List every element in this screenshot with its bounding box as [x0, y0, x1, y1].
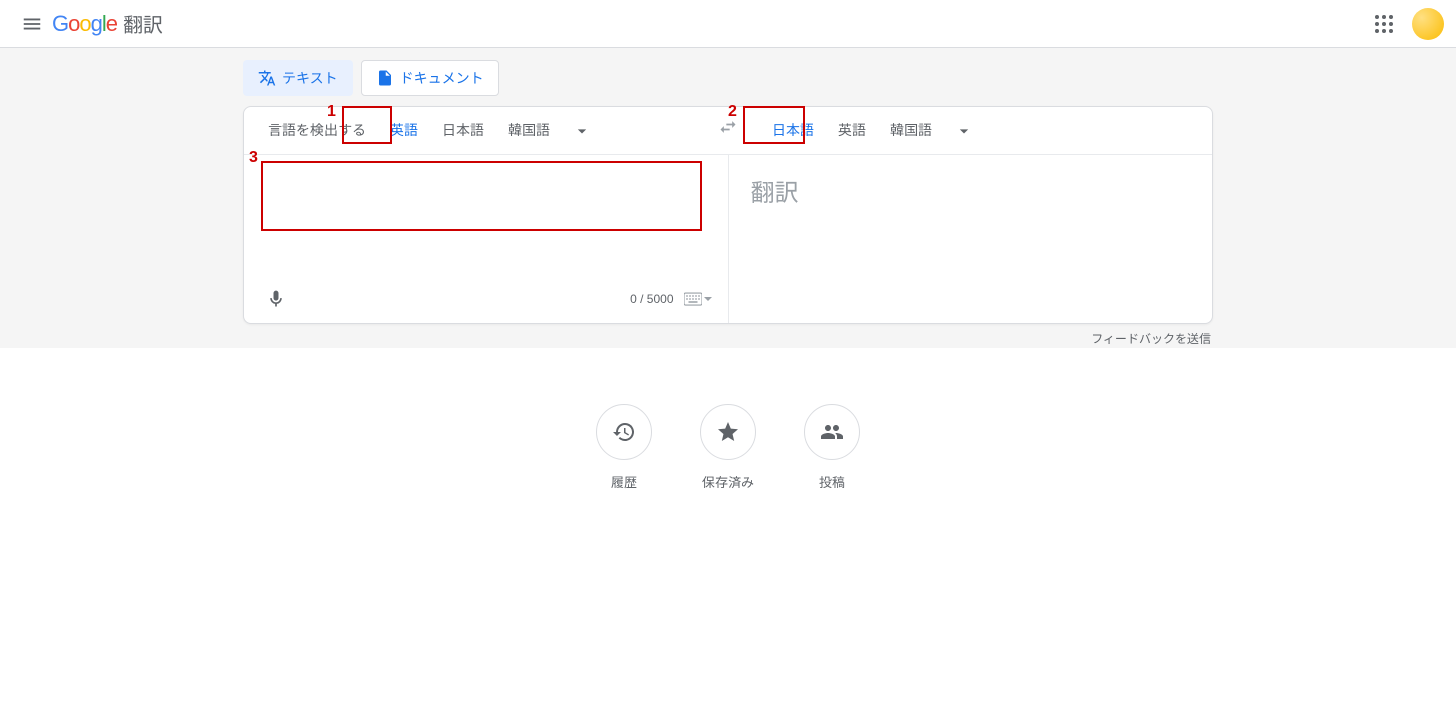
source-pane: 0 / 5000 [244, 155, 729, 323]
source-lang-japanese[interactable]: 日本語 [430, 108, 496, 154]
people-icon [820, 420, 844, 444]
chevron-down-icon [954, 121, 974, 141]
app-header: Google 翻訳 [0, 0, 1456, 48]
mic-button[interactable] [260, 283, 292, 315]
target-lang-korean[interactable]: 韓国語 [878, 108, 944, 154]
keyboard-icon [684, 292, 702, 306]
app-title: 翻訳 [123, 9, 163, 38]
history-button[interactable]: 履歴 [596, 404, 652, 491]
tab-text[interactable]: テキスト [243, 60, 353, 96]
saved-label: 保存済み [702, 472, 754, 491]
target-lang-japanese[interactable]: 日本語 [760, 108, 826, 154]
source-lang-more[interactable] [562, 111, 602, 151]
target-lang-english[interactable]: 英語 [826, 108, 878, 154]
panes: 0 / 5000 翻訳 [244, 155, 1212, 323]
star-icon [716, 420, 740, 444]
keyboard-button[interactable] [684, 289, 712, 309]
bottom-actions: 履歴 保存済み 投稿 [0, 404, 1456, 491]
apps-button[interactable] [1364, 4, 1404, 44]
google-logo: Google [52, 11, 117, 37]
target-placeholder: 翻訳 [729, 155, 1213, 226]
saved-button[interactable]: 保存済み [700, 404, 756, 491]
document-icon [376, 69, 394, 87]
chevron-down-icon [704, 297, 712, 301]
source-lang-side: 言語を検出する 英語 日本語 韓国語 [244, 107, 708, 154]
logo[interactable]: Google 翻訳 [52, 9, 163, 38]
swap-icon [718, 117, 738, 137]
apps-icon [1375, 15, 1393, 33]
history-icon [612, 420, 636, 444]
source-detect[interactable]: 言語を検出する [256, 108, 378, 154]
source-lang-english[interactable]: 英語 [378, 108, 430, 154]
target-pane: 翻訳 [729, 155, 1213, 323]
mode-tabs: テキスト ドキュメント [243, 60, 1213, 96]
toolbar-area: テキスト ドキュメント 言語を検出する 英語 日本語 韓国語 [0, 48, 1456, 348]
tab-document[interactable]: ドキュメント [361, 60, 499, 96]
feedback-link[interactable]: フィードバックを送信 [1091, 332, 1211, 346]
menu-button[interactable] [12, 4, 52, 44]
source-textarea[interactable] [262, 168, 702, 281]
source-lang-korean[interactable]: 韓国語 [496, 108, 562, 154]
contribute-button[interactable]: 投稿 [804, 404, 860, 491]
mic-icon [266, 289, 286, 309]
translate-card: 言語を検出する 英語 日本語 韓国語 日本語 英語 韓国語 [243, 106, 1213, 324]
char-count: 0 / 5000 [630, 292, 673, 306]
language-bar: 言語を検出する 英語 日本語 韓国語 日本語 英語 韓国語 [244, 107, 1212, 155]
translate-icon [258, 69, 276, 87]
tab-document-label: ドキュメント [400, 68, 484, 88]
target-lang-side: 日本語 英語 韓国語 [748, 107, 1212, 154]
contribute-label: 投稿 [819, 472, 845, 491]
swap-languages-button[interactable] [708, 107, 748, 147]
chevron-down-icon [572, 121, 592, 141]
avatar[interactable] [1412, 8, 1444, 40]
tab-text-label: テキスト [282, 68, 338, 88]
target-lang-more[interactable] [944, 111, 984, 151]
history-label: 履歴 [611, 472, 637, 491]
